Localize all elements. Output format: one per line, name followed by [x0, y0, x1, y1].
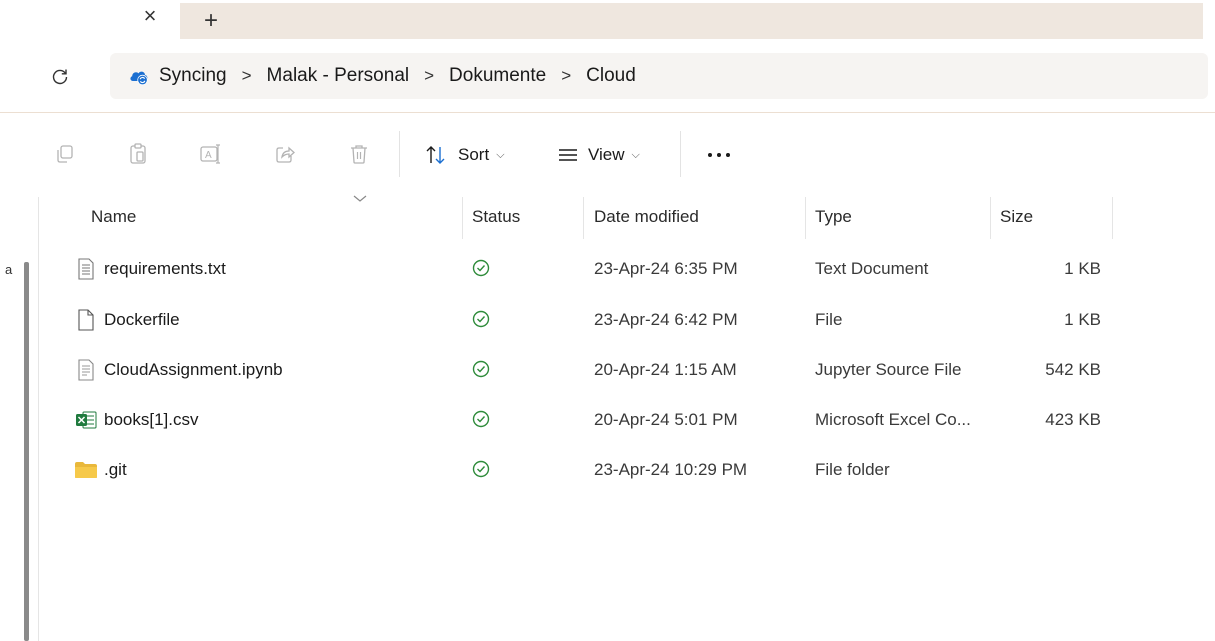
- file-row[interactable]: .git 23-Apr-24 10:29 PM File folder: [40, 447, 1215, 493]
- folder-icon: [74, 458, 98, 482]
- address-row: Syncing > Malak - Personal > Dokumente >…: [0, 39, 1215, 113]
- file-date: 23-Apr-24 10:29 PM: [594, 460, 748, 479]
- breadcrumb-separator[interactable]: >: [242, 66, 252, 86]
- rename-icon: A: [200, 144, 220, 164]
- column-header-date-modified[interactable]: Date modified: [594, 207, 699, 227]
- file-date: 20-Apr-24 1:15 AM: [594, 360, 737, 379]
- file-row[interactable]: books[1].csv 20-Apr-24 5:01 PM Microsoft…: [40, 397, 1215, 443]
- file-name: Dockerfile: [104, 310, 180, 329]
- delete-button[interactable]: [344, 139, 374, 169]
- breadcrumb-separator[interactable]: >: [424, 66, 434, 86]
- rename-button[interactable]: A: [196, 139, 226, 169]
- command-separator: [399, 131, 400, 177]
- file-type: File folder: [815, 460, 890, 479]
- paste-icon: [130, 143, 146, 164]
- navigation-pane-scrollbar[interactable]: [24, 262, 29, 641]
- chevron-down-icon: ⌵: [496, 148, 505, 161]
- file-date: 23-Apr-24 6:42 PM: [594, 310, 738, 329]
- sort-label: Sort: [458, 145, 490, 164]
- svg-text:A: A: [205, 150, 212, 161]
- file-row[interactable]: CloudAssignment.ipynb 20-Apr-24 1:15 AM …: [40, 347, 1215, 393]
- breadcrumb-cloud[interactable]: Cloud: [586, 65, 636, 87]
- file-name: .git: [104, 460, 127, 479]
- view-button[interactable]: View ⌵: [557, 139, 640, 171]
- breadcrumb-dokumente[interactable]: Dokumente: [449, 65, 546, 87]
- more-icon-dot: [726, 153, 730, 157]
- column-header-size[interactable]: Size: [1000, 207, 1033, 227]
- column-header-name[interactable]: Name: [91, 207, 136, 227]
- file-type: Jupyter Source File: [815, 360, 962, 379]
- tab-strip-background: [250, 3, 1203, 39]
- breadcrumb-label: Malak - Personal: [266, 65, 410, 86]
- file-size: 423 KB: [1045, 410, 1101, 429]
- blank-file-icon: [74, 308, 98, 332]
- refresh-button[interactable]: [46, 63, 74, 91]
- file-size: 542 KB: [1045, 360, 1101, 379]
- column-divider[interactable]: [1112, 197, 1113, 239]
- sort-icon: [426, 146, 445, 164]
- address-bar[interactable]: Syncing > Malak - Personal > Dokumente >…: [110, 53, 1208, 99]
- breadcrumb-label: Dokumente: [449, 65, 547, 86]
- column-headers: Name Status Date modified Type Size: [40, 195, 1215, 239]
- share-icon: [276, 146, 295, 163]
- view-label: View: [588, 145, 625, 164]
- column-divider[interactable]: [805, 197, 806, 239]
- text-file-icon: [74, 257, 98, 281]
- file-size: 1 KB: [1064, 259, 1101, 278]
- excel-file-icon: [74, 408, 98, 432]
- synced-status-icon: [472, 360, 490, 378]
- file-row[interactable]: Dockerfile 23-Apr-24 6:42 PM File 1 KB: [40, 297, 1215, 343]
- close-tab-button[interactable]: ×: [138, 4, 162, 28]
- column-divider[interactable]: [990, 197, 991, 239]
- synced-status-icon: [472, 410, 490, 428]
- copy-button[interactable]: [50, 139, 80, 169]
- file-type: Microsoft Excel Co...: [815, 410, 971, 429]
- file-date: 23-Apr-24 6:35 PM: [594, 259, 738, 278]
- column-divider[interactable]: [583, 197, 584, 239]
- file-type: Text Document: [815, 259, 929, 278]
- share-button[interactable]: [270, 139, 300, 169]
- column-header-type[interactable]: Type: [815, 207, 852, 227]
- column-divider[interactable]: [462, 197, 463, 239]
- copy-icon: [57, 145, 73, 163]
- more-icon-dot: [717, 153, 721, 157]
- view-icon: [559, 149, 577, 161]
- sort-button[interactable]: Sort ⌵: [424, 139, 505, 171]
- file-row[interactable]: requirements.txt 23-Apr-24 6:35 PM Text …: [40, 246, 1215, 292]
- sort-chevron-icon: [353, 195, 367, 202]
- file-type: File: [815, 310, 843, 329]
- tab-strip: × +: [0, 0, 1215, 39]
- breadcrumb-label: Syncing: [159, 65, 227, 86]
- synced-status-icon: [472, 460, 490, 478]
- notebook-file-icon: [74, 358, 98, 382]
- more-icon-dot: [708, 153, 712, 157]
- command-bar: A Sort ⌵ View ⌵: [0, 113, 1215, 197]
- breadcrumb-label: Cloud: [586, 65, 636, 86]
- navigation-pane-stub: a: [5, 262, 13, 277]
- file-size: 1 KB: [1064, 310, 1101, 329]
- file-name: books[1].csv: [104, 410, 199, 429]
- breadcrumb-malak-personal[interactable]: Malak - Personal: [267, 65, 410, 87]
- close-icon: ×: [143, 3, 157, 28]
- synced-status-icon: [472, 259, 490, 277]
- breadcrumb-separator[interactable]: >: [561, 66, 571, 86]
- column-header-status[interactable]: Status: [472, 207, 520, 227]
- plus-icon: +: [204, 7, 219, 34]
- delete-icon: [351, 145, 367, 164]
- paste-button[interactable]: [123, 139, 153, 169]
- file-date: 20-Apr-24 5:01 PM: [594, 410, 738, 429]
- breadcrumb-syncing[interactable]: Syncing: [128, 65, 227, 87]
- file-name: requirements.txt: [104, 259, 226, 278]
- command-separator: [680, 131, 681, 177]
- more-options-button[interactable]: [696, 139, 742, 171]
- sync-cloud-icon: [130, 71, 148, 86]
- synced-status-icon: [472, 310, 490, 328]
- refresh-icon: [52, 69, 68, 85]
- new-tab-button[interactable]: +: [180, 3, 250, 39]
- navigation-pane-border: [38, 197, 39, 641]
- file-name: CloudAssignment.ipynb: [104, 360, 283, 379]
- chevron-down-icon: ⌵: [631, 148, 640, 161]
